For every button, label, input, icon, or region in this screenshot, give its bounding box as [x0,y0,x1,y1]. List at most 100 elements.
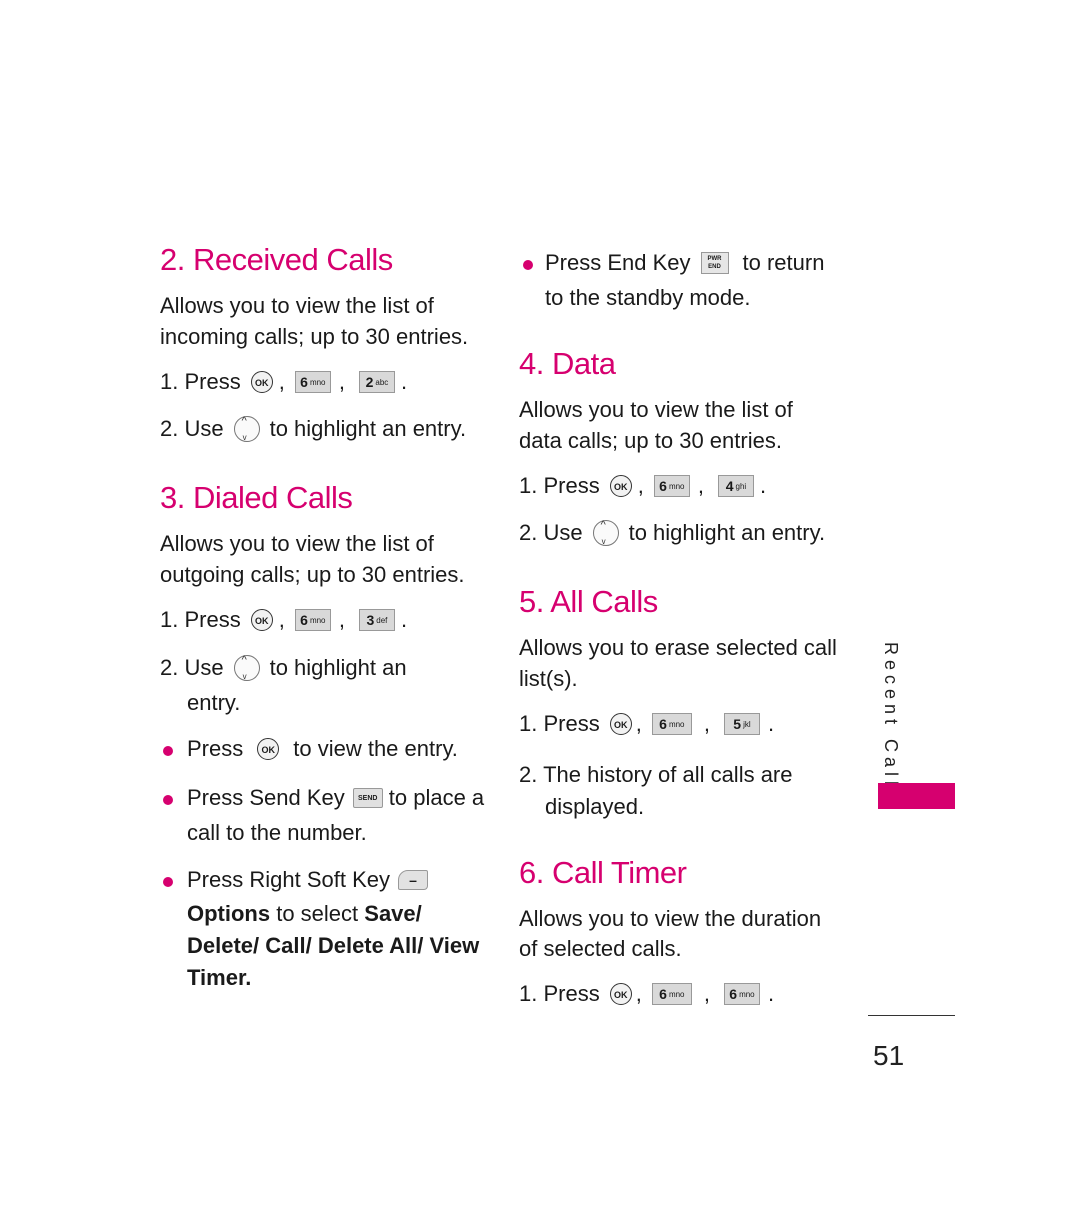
key-2-abc-icon: 2 abc [358,371,395,393]
end-key-bullet-cont: to the standby mode. [545,285,751,310]
separator: . [400,607,408,632]
key-letters: mno [309,615,326,625]
key-6-mno-icon: 6 mno [294,609,331,631]
data-step-1: 1. Press OK , 6 mno , 4 ghi . [519,473,766,499]
separator: , [278,369,285,394]
step-label: 2. Use [519,520,583,545]
data-desc-2: data calls; up to 30 entries. [519,428,782,453]
ok-key-icon: OK [609,983,632,1005]
received-calls-desc-1: Allows you to view the list of [160,293,434,318]
dialed-bullet-view: Press OK to view the entry. [187,736,458,762]
key-letters: abc [375,377,389,387]
step-label: 1. Press [519,473,600,498]
key-digit: 6 [659,986,667,1002]
key-letters: mno [668,481,685,491]
separator: . [767,711,775,736]
separator: , [635,711,642,736]
call-timer-desc-2: of selected calls. [519,936,682,961]
all-calls-step-2-cont: displayed. [545,794,645,819]
call-timer-desc-1: Allows you to view the duration [519,906,822,931]
separator: . [767,981,775,1006]
dialed-calls-step-2: 2. Use to highlight an [160,654,407,681]
ok-key-icon: OK [250,371,273,393]
dialed-calls-step-1: 1. Press OK , 6 mno , 3 def . [160,607,407,633]
separator: , [697,473,704,498]
section-tab-marker [878,783,955,809]
key-letters: mno [739,989,755,999]
separator: . [400,369,408,394]
bullet-text: Press [187,736,244,761]
step-label: 2. Use [160,655,224,680]
bullet-text: Press Right Soft Key [187,867,390,892]
dialed-calls-desc-1: Allows you to view the list of [160,531,434,556]
step-label: 1. Press [519,981,600,1006]
call-timer-step-1: 1. Press OK , 6 mno , 6 mno . [519,981,774,1007]
received-calls-step-1: 1. Press OK , 6 mno , 2 abc . [160,369,407,395]
step-label: 2. Use [160,416,224,441]
step-label: 1. Press [160,369,241,394]
key-6-mno-icon: 6 mno [723,983,760,1005]
all-calls-step-2: 2. The history of all calls are [519,762,793,787]
step-text: to highlight an entry. [269,416,467,441]
key-digit: 4 [725,478,734,494]
options-label: Options [187,901,271,926]
save-option: Save/ [364,901,422,926]
key-6-mno-icon: 6 mno [294,371,331,393]
key-digit: 2 [365,374,374,390]
received-calls-step-2: 2. Use to highlight an entry. [160,415,467,442]
bullet-text: to return [742,250,825,275]
key-letters: def [376,615,388,625]
separator: , [637,473,644,498]
separator: , [338,369,345,394]
key-4-ghi-icon: 4 ghi [717,475,754,497]
end-key-icon: PWR END [700,252,729,274]
data-step-2: 2. Use to highlight an entry. [519,519,826,546]
key-digit: 6 [659,478,667,494]
dialed-bullet-options-line3: Delete/ Call/ Delete All/ View [187,933,480,958]
key-6-mno-icon: 6 mno [651,713,692,735]
dialed-bullet-options: Press Right Soft Key – [187,867,428,893]
dialed-calls-desc-2: outgoing calls; up to 30 entries. [160,562,465,587]
separator: , [278,607,285,632]
end-key-top: PWR [707,256,722,262]
key-6-mno-icon: 6 mno [651,983,692,1005]
bullet-icon [163,795,173,805]
all-calls-desc-1: Allows you to erase selected call [519,635,837,660]
dialed-calls-step-2-cont: entry. [187,690,241,715]
send-key-icon: SEND [352,788,383,808]
step-label: 1. Press [160,607,241,632]
bullet-text: to view the entry. [293,736,458,761]
key-digit: 3 [366,612,375,628]
key-3-def-icon: 3 def [358,609,395,631]
dialed-bullet-send-cont: call to the number. [187,820,367,845]
all-calls-desc-2: list(s). [519,666,578,691]
key-digit: 5 [733,716,742,732]
dialed-bullet-send: Press Send Key SEND to place a [187,785,484,811]
page-number: 51 [873,1040,905,1071]
ok-key-icon: OK [609,713,632,735]
separator: , [635,981,642,1006]
navigation-key-icon [592,519,619,546]
end-key-bullet: Press End Key PWR END to return [545,250,824,276]
all-calls-heading: 5. All Calls [519,584,658,619]
bullet-text: Press End Key [545,250,691,275]
key-digit: 6 [729,986,738,1002]
key-letters: mno [309,377,326,387]
step-text: to highlight an entry. [628,520,826,545]
key-5-jkl-icon: 5 jkl [723,713,760,735]
key-letters: mno [668,719,685,729]
separator: , [703,981,710,1006]
dialed-calls-heading: 3. Dialed Calls [160,480,353,515]
step-text: to highlight an [269,655,407,680]
bullet-icon [163,746,173,756]
key-letters: jkl [743,719,751,729]
dialed-bullet-options-line2: Options to select Save/ [187,898,422,929]
received-calls-desc-2: incoming calls; up to 30 entries. [160,324,469,349]
navigation-key-icon [233,654,260,681]
bullet-icon [523,260,533,270]
navigation-key-icon [233,415,260,442]
end-key-bottom: END [708,264,721,270]
dialed-bullet-options-line4: Timer. [187,965,252,990]
key-digit: 6 [659,716,667,732]
separator: . [759,473,767,498]
